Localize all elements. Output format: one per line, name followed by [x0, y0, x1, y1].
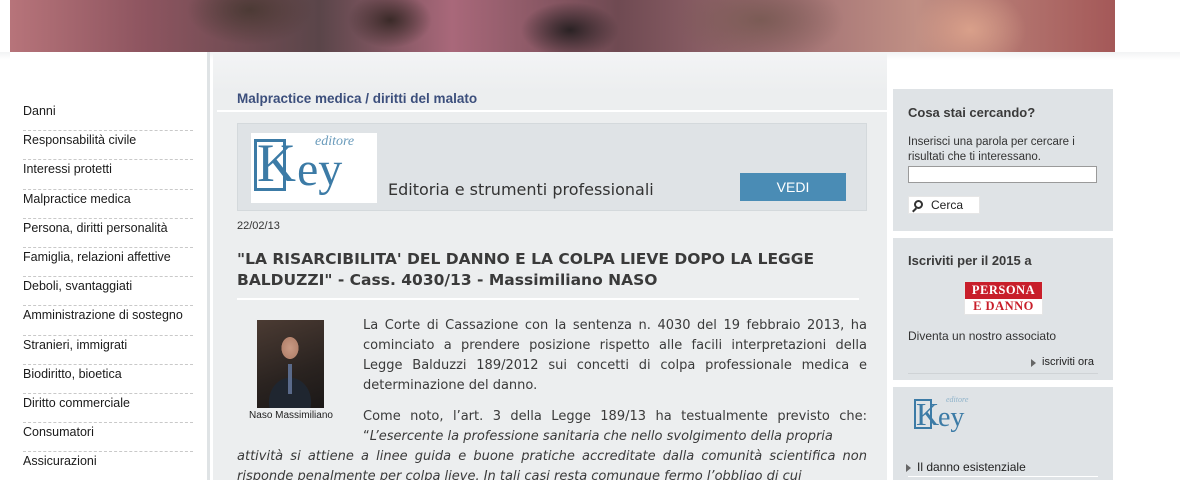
membership-title: Iscriviti per il 2015 a [908, 253, 1032, 268]
search-panel: Cosa stai cercando? Inserisci una parola… [893, 86, 1113, 231]
header-banner-image [10, 0, 1115, 52]
author-caption: Naso Massimiliano [249, 410, 333, 421]
article-paragraph: Come noto, l’art. 3 della Legge 189/13 h… [363, 407, 867, 447]
ad-tagline: Editoria e strumenti professionali [388, 180, 654, 199]
ad-vedi-button[interactable]: VEDI [740, 173, 846, 201]
divider [217, 110, 887, 112]
membership-description: Diventa un nostro associato [908, 329, 1057, 343]
nav-item-amministrazione-sostegno[interactable]: Amministrazione di sostegno [23, 306, 193, 336]
search-input[interactable] [908, 166, 1097, 183]
logo-editore-text: editore [315, 134, 355, 149]
main-content: Malpractice medica / diritti del malato … [213, 52, 887, 480]
nav-item-persona-diritti[interactable]: Persona, diritti personalità [23, 219, 193, 248]
persona-e-danno-logo[interactable]: PERSONA E DANNO [964, 281, 1043, 315]
danno-esistenziale-link[interactable]: Il danno esistenziale [906, 460, 1026, 474]
subscribe-link[interactable]: iscriviti ora [1031, 356, 1094, 368]
logo-editore-text: editore [946, 395, 969, 404]
logo-letters-ey: ey [938, 402, 965, 433]
search-title: Cosa stai cercando? [908, 105, 1036, 120]
key-editore-logo[interactable]: K ey editore [912, 395, 982, 435]
logo-bottom-text: E DANNO [973, 299, 1034, 313]
logo-letter-k: K [257, 133, 296, 193]
key-editore-panel: K ey editore Il danno esistenziale [893, 384, 1113, 480]
nav-item-assicurazioni[interactable]: Assicurazioni [23, 452, 193, 480]
nav-item-responsabilita-civile[interactable]: Responsabilità civile [23, 131, 193, 161]
article-paragraph: La Corte di Cassazione con la sentenza n… [363, 318, 867, 393]
nav-item-diritto-commerciale[interactable]: Diritto commerciale [23, 394, 193, 424]
article-title: "LA RISARCIBILITA' DEL DANNO E LA COLPA … [237, 250, 815, 289]
key-editore-ad-banner[interactable]: K ey editore Editoria e strumenti profes… [237, 123, 867, 211]
nav-item-danni[interactable]: Danni [23, 102, 193, 132]
nav-item-biodiritto[interactable]: Biodiritto, bioetica [23, 365, 193, 394]
nav-item-deboli[interactable]: Deboli, svantaggiati [23, 277, 193, 307]
nav-item-stranieri[interactable]: Stranieri, immigrati [23, 336, 193, 365]
article-date: 22/02/13 [237, 220, 280, 232]
divider [237, 298, 859, 300]
logo-top-text: PERSONA [965, 282, 1042, 299]
search-button-label: Cerca [931, 198, 964, 212]
article-quote: attività si attiene a linee guida e buon… [237, 449, 867, 480]
nav-list: Danni Responsabilità civile Interessi pr… [23, 102, 193, 480]
key-editore-logo: K ey editore [251, 133, 377, 203]
nav-item-consumatori[interactable]: Consumatori [23, 423, 193, 453]
banner-spacer [1115, 0, 1180, 52]
author-photo-detail [288, 364, 292, 394]
left-navigation: Danni Responsabilità civile Interessi pr… [10, 52, 210, 480]
search-button[interactable]: Cerca [908, 196, 980, 214]
divider [908, 373, 1098, 374]
membership-panel: Iscriviti per il 2015 a PERSONA E DANNO … [893, 235, 1113, 380]
nav-item-famiglia[interactable]: Famiglia, relazioni affettive [23, 248, 193, 278]
search-description: Inserisci una parola per cercare i risul… [908, 136, 1075, 163]
logo-letter-k: K [916, 396, 940, 432]
nav-item-interessi-protetti[interactable]: Interessi protetti [23, 160, 193, 190]
quote-text: L’esercente la professione sanitaria che… [369, 429, 833, 444]
nav-item-malpractice-medica[interactable]: Malpractice medica [23, 190, 193, 219]
search-icon [914, 200, 923, 209]
divider [908, 476, 1098, 477]
logo-letters-ey: ey [297, 143, 343, 196]
section-title[interactable]: Malpractice medica / diritti del malato [237, 91, 477, 106]
